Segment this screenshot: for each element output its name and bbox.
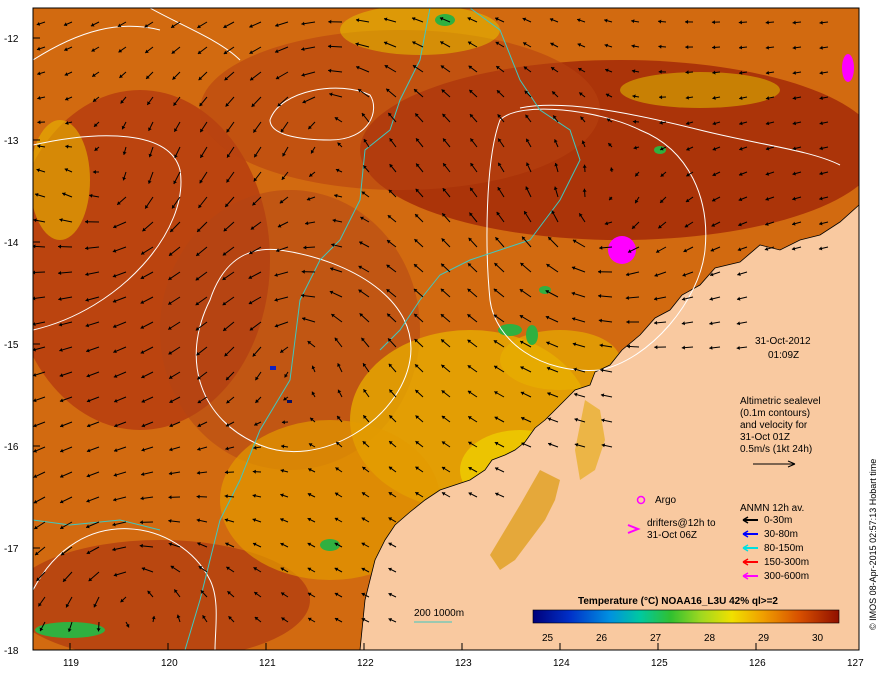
lon-tick-label: 127: [847, 658, 864, 669]
altimetry-line: Altimetric sealevel: [740, 396, 821, 407]
lon-tick-label: 124: [553, 658, 570, 669]
colorbar-tick: 28: [704, 633, 716, 644]
anmn-label: 80-150m: [764, 543, 803, 554]
ocean-map: -12 -13 -14 -15 -16 -17 -18 119 120 121 …: [4, 7, 878, 669]
drifters-line: drifters@12h to: [647, 518, 716, 529]
anmn-label: 30-80m: [764, 529, 798, 540]
lat-tick-label: -18: [4, 646, 19, 657]
lat-tick-label: -14: [4, 238, 19, 249]
lat-tick-label: -12: [4, 34, 19, 45]
depth-contour-label: 200 1000m: [414, 608, 464, 619]
anmn-label: 0-30m: [764, 515, 792, 526]
colorbar-tick: 26: [596, 633, 608, 644]
argo-label: Argo: [655, 495, 677, 506]
date-label: 31-Oct-2012: [755, 336, 811, 347]
anmn-label: 150-300m: [764, 557, 809, 568]
lon-tick-label: 126: [749, 658, 766, 669]
drifters-line: 31-Oct 06Z: [647, 530, 697, 541]
time-label: 01:09Z: [768, 350, 799, 361]
colorbar-tick: 29: [758, 633, 770, 644]
colorbar-tick: 30: [812, 633, 824, 644]
lat-tick-label: -17: [4, 544, 19, 555]
lon-tick-label: 125: [651, 658, 668, 669]
lat-tick-label: -15: [4, 340, 19, 351]
anmn-title: ANMN 12h av.: [740, 503, 804, 514]
colorbar-title: Temperature (°C) NOAA16_L3U 42% ql>=2: [578, 596, 778, 607]
altimetry-line: and velocity for: [740, 420, 808, 431]
anmn-label: 300-600m: [764, 571, 809, 582]
altimetry-line: 0.5m/s (1kt 24h): [740, 444, 812, 455]
colorbar-tick: 27: [650, 633, 662, 644]
lat-tick-label: -13: [4, 136, 19, 147]
lon-tick-label: 122: [357, 658, 374, 669]
altimetry-line: (0.1m contours): [740, 408, 810, 419]
colorbar-tick: 25: [542, 633, 554, 644]
lon-tick-label: 123: [455, 658, 472, 669]
credit-label: © IMOS 08-Apr-2015 02:57:13 Hobart time: [868, 459, 878, 630]
lat-tick-label: -16: [4, 442, 19, 453]
lon-tick-label: 121: [259, 658, 276, 669]
lon-tick-label: 119: [63, 658, 79, 669]
altimetry-line: 31-Oct 01Z: [740, 432, 790, 443]
lon-tick-label: 120: [161, 658, 178, 669]
